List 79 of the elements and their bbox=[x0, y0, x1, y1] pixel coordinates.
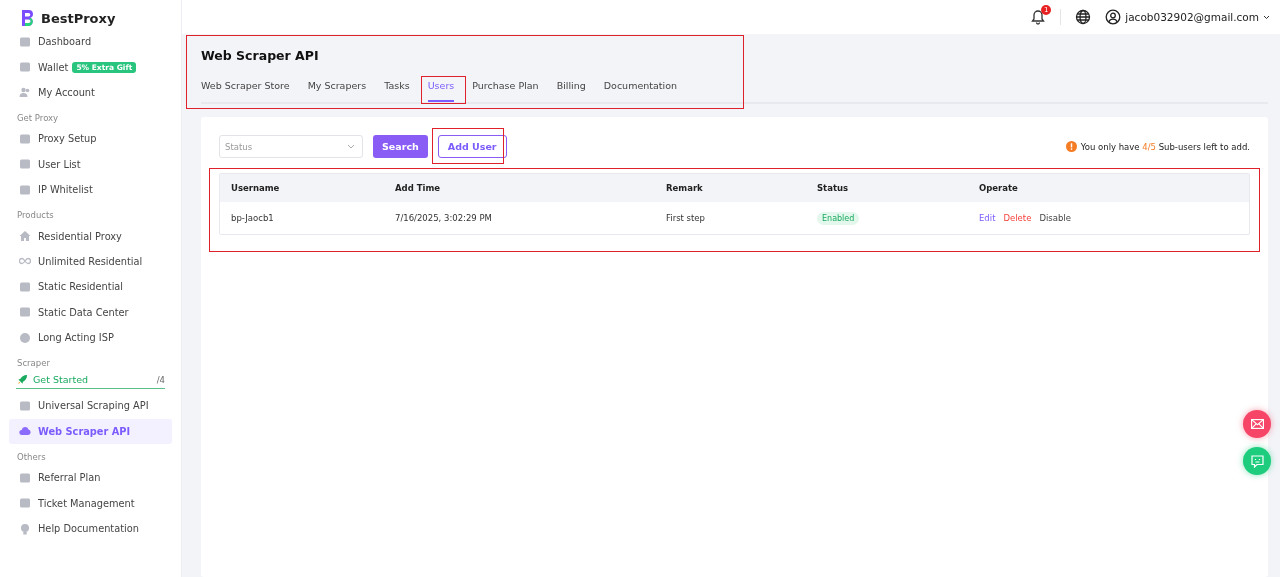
item-label: Static Residential bbox=[38, 281, 124, 293]
tab[interactable]: Purchase Plan bbox=[472, 77, 539, 102]
tab[interactable]: My Scrapers bbox=[307, 77, 367, 102]
get-started-link[interactable]: Get Started /4 bbox=[16, 371, 165, 390]
sidebar-item[interactable]: Static Data Center bbox=[9, 299, 172, 325]
action-link[interactable]: Delete bbox=[1003, 213, 1032, 223]
sidebar-item[interactable]: Unlimited Residential bbox=[9, 248, 172, 275]
column-header: Add Time bbox=[394, 183, 442, 193]
table-cell-text: First step bbox=[665, 213, 706, 223]
highlight-frame bbox=[432, 128, 504, 164]
chevron-down-icon bbox=[1263, 14, 1270, 20]
chevron-down-icon bbox=[347, 144, 355, 149]
sidebar-item[interactable]: Dashboard bbox=[9, 29, 172, 55]
mail-icon bbox=[1250, 419, 1264, 429]
tab[interactable]: Documentation bbox=[603, 77, 677, 102]
column-header: Operate bbox=[978, 183, 1019, 193]
sidebar-item[interactable]: Ticket Management bbox=[9, 490, 172, 516]
column-header: Username bbox=[230, 183, 281, 193]
progress-count: /4 bbox=[156, 374, 165, 385]
section-label: Others bbox=[16, 451, 47, 465]
item-label: Long Acting ISP bbox=[38, 332, 114, 344]
item-label: Help Documentation bbox=[38, 523, 139, 535]
section-label: Get Proxy bbox=[16, 112, 60, 126]
action-link[interactable]: Disable bbox=[1039, 213, 1071, 223]
item-label: Wallet bbox=[38, 61, 69, 73]
sidebar-item[interactable]: Residential Proxy bbox=[9, 223, 172, 249]
page-title: Web Scraper API bbox=[201, 48, 320, 63]
sidebar-item[interactable]: Help Documentation bbox=[9, 515, 172, 542]
column-header: Remark bbox=[665, 183, 704, 193]
sidebar-item[interactable]: Web Scraper API bbox=[9, 418, 172, 445]
item-label: Proxy Setup bbox=[38, 133, 97, 145]
user-icon bbox=[1105, 9, 1122, 25]
notice-text: You only have 4/5 Sub-users left to add. bbox=[1080, 141, 1250, 152]
item-label: Static Data Center bbox=[38, 306, 129, 318]
item-label: User List bbox=[38, 158, 81, 170]
section-label: Products bbox=[16, 209, 55, 223]
warning-icon bbox=[1065, 141, 1077, 152]
status-select[interactable]: Status bbox=[219, 135, 363, 158]
bell-icon[interactable] bbox=[1030, 9, 1047, 25]
tab[interactable]: Users bbox=[427, 77, 455, 102]
tab[interactable]: Web Scraper Store bbox=[201, 77, 290, 102]
people-icon bbox=[19, 86, 31, 99]
sidebar-item[interactable]: Static Residential bbox=[9, 274, 172, 300]
item-label: Web Scraper API bbox=[38, 425, 131, 437]
sidebar-item[interactable]: User List bbox=[9, 151, 172, 177]
cloud-icon bbox=[19, 425, 31, 438]
table-cell-text: 7/16/2025, 3:02:29 PM bbox=[394, 213, 493, 223]
sidebar-item[interactable]: Universal Scraping API bbox=[9, 393, 172, 419]
sidebar-item[interactable]: Long Acting ISP bbox=[9, 324, 172, 351]
add-user-button[interactable]: Add User bbox=[437, 135, 507, 158]
search-button[interactable]: Search bbox=[373, 135, 428, 158]
item-label: IP Whitelist bbox=[38, 184, 93, 196]
item-label: Unlimited Residential bbox=[38, 255, 143, 267]
status-tag: Enabled bbox=[817, 212, 860, 225]
item-label: Dashboard bbox=[38, 36, 92, 48]
sidebar-item[interactable]: Referral Plan bbox=[9, 465, 172, 491]
user-email: jacob032902@gmail.com bbox=[1125, 11, 1259, 23]
item-label: Universal Scraping API bbox=[38, 400, 149, 412]
chat-icon bbox=[1250, 454, 1264, 468]
tab[interactable]: Tasks bbox=[384, 77, 410, 102]
table-cell-text: bp-Jaocb1 bbox=[230, 213, 275, 223]
rocket-icon bbox=[17, 374, 28, 386]
user-menu[interactable]: jacob032902@gmail.com bbox=[1105, 9, 1270, 25]
sidebar-item[interactable]: IP Whitelist bbox=[9, 176, 172, 203]
logo-icon bbox=[20, 9, 36, 27]
tab[interactable]: Billing bbox=[556, 77, 586, 102]
bulb-icon bbox=[19, 522, 31, 535]
action-link[interactable]: Edit bbox=[979, 213, 996, 223]
brand-name: BestProxy bbox=[41, 10, 116, 26]
section-label: Scraper bbox=[16, 357, 51, 371]
home-icon bbox=[19, 230, 31, 243]
get-started-label: Get Started bbox=[33, 374, 90, 386]
item-label: Residential Proxy bbox=[38, 230, 122, 242]
sidebar-item[interactable]: Proxy Setup bbox=[9, 126, 172, 152]
column-header: Status bbox=[816, 183, 850, 193]
sidebar-item[interactable]: My Account bbox=[9, 79, 172, 106]
item-label: My Account bbox=[38, 86, 95, 98]
item-label: Referral Plan bbox=[38, 472, 101, 484]
item-label: Ticket Management bbox=[38, 497, 135, 509]
